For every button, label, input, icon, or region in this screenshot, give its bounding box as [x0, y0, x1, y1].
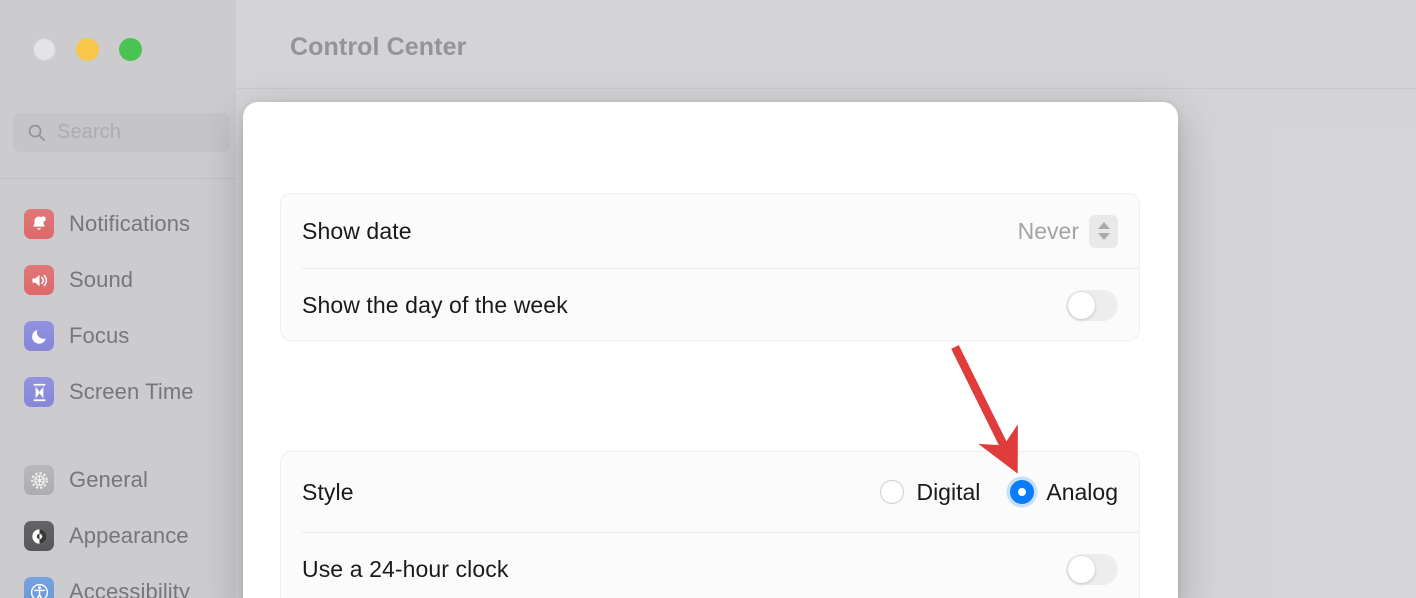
- close-button[interactable]: [33, 38, 56, 61]
- use-24-hour-clock-toggle[interactable]: [1066, 553, 1118, 585]
- sidebar-item-focus[interactable]: Focus: [0, 308, 236, 364]
- radio-button-unselected-icon[interactable]: [880, 480, 905, 504]
- sidebar-divider: [0, 178, 236, 179]
- appearance-icon: [24, 521, 54, 551]
- sidebar-item-notifications[interactable]: Notifications: [0, 196, 236, 252]
- sidebar-item-accessibility[interactable]: Accessibility: [0, 564, 236, 598]
- page-title: Control Center: [290, 33, 467, 61]
- search-placeholder: Search: [57, 121, 121, 143]
- title-rule: [236, 88, 1416, 89]
- gear-icon: [24, 465, 54, 495]
- chevron-up-down-icon: [1089, 214, 1118, 248]
- speaker-icon: [24, 265, 54, 295]
- row-show-date: Show date Never: [281, 194, 1139, 268]
- row-label: Style: [302, 478, 354, 505]
- hourglass-icon: [24, 377, 54, 407]
- sidebar-item-label: Appearance: [69, 523, 189, 548]
- sidebar-item-label: General: [69, 467, 148, 492]
- minimize-button[interactable]: [76, 38, 99, 61]
- sidebar-item-screen-time[interactable]: Screen Time: [0, 364, 236, 420]
- row-label: Show the day of the week: [302, 291, 568, 318]
- date-settings-card: Show date Never Show the day of the week: [280, 193, 1140, 341]
- search-icon: [28, 124, 46, 142]
- time-settings-card: Style Digital Analog Use a 24-hour clock: [280, 451, 1140, 598]
- digital-radio-option[interactable]: Digital: [880, 479, 980, 506]
- sidebar-item-appearance[interactable]: Appearance: [0, 508, 236, 564]
- style-radio-group: Digital Analog: [880, 479, 1118, 506]
- clock-options-sheet: Date Show date Never Show the day of the…: [243, 102, 1178, 598]
- analog-radio-option[interactable]: Analog: [1010, 479, 1118, 506]
- row-show-day-of-week: Show the day of the week: [281, 268, 1139, 342]
- sidebar-item-general[interactable]: General: [0, 452, 236, 508]
- maximize-button[interactable]: [119, 38, 142, 61]
- traffic-lights: [33, 38, 142, 61]
- row-divider: [302, 268, 1139, 269]
- sidebar-item-label: Screen Time: [69, 379, 194, 404]
- sidebar-item-label: Accessibility: [69, 579, 191, 598]
- show-date-value: Never: [1017, 217, 1079, 244]
- show-day-of-week-toggle[interactable]: [1066, 289, 1118, 321]
- search-input[interactable]: Search: [13, 113, 230, 152]
- row-label: Use a 24-hour clock: [302, 555, 509, 582]
- sidebar-item-label: Focus: [69, 323, 130, 348]
- sidebar-item-label: Notifications: [69, 211, 191, 236]
- sidebar-list: Notifications Sound Focus Screen Time Ge…: [0, 196, 236, 598]
- show-date-popup-button[interactable]: Never: [1017, 214, 1118, 248]
- row-24-hour-clock: Use a 24-hour clock: [281, 532, 1139, 598]
- row-label: Show date: [302, 217, 412, 244]
- toggle-knob: [1068, 555, 1095, 583]
- row-divider: [302, 532, 1139, 533]
- moon-icon: [24, 321, 54, 351]
- screen: Search Notifications Sound Focus Screen …: [0, 0, 1416, 598]
- radio-label: Digital: [916, 478, 981, 505]
- toggle-knob: [1068, 291, 1095, 319]
- row-style: Style Digital Analog: [281, 452, 1139, 532]
- radio-label: Analog: [1046, 478, 1118, 505]
- bell-icon: [24, 209, 54, 239]
- sidebar: Search Notifications Sound Focus Screen …: [0, 0, 236, 598]
- sidebar-item-sound[interactable]: Sound: [0, 252, 236, 308]
- radio-button-selected-icon[interactable]: [1010, 480, 1035, 504]
- accessibility-icon: [24, 577, 54, 598]
- sidebar-item-label: Sound: [69, 267, 134, 292]
